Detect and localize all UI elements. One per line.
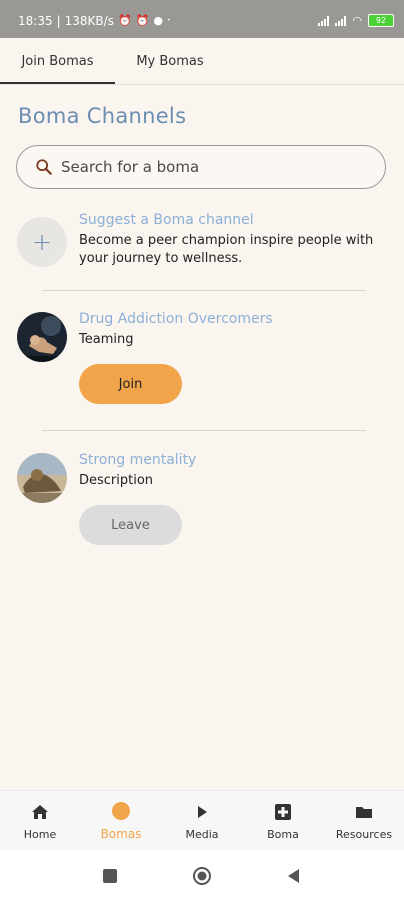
channel-description: Description (79, 473, 154, 488)
nav-media-label: Media (185, 827, 219, 841)
home-button-icon[interactable] (192, 866, 212, 886)
dot-icon: • (166, 17, 171, 24)
play-icon (198, 805, 207, 818)
channel-item: Drug Addiction Overcomers Teaming Join (0, 305, 404, 415)
search-icon (36, 159, 52, 175)
nav-resources-label: Resources (335, 827, 393, 841)
add-icon[interactable]: + (17, 217, 67, 267)
tab-bar: Join Bomas My Bomas (0, 38, 404, 84)
tab-my-bomas[interactable]: My Bomas (115, 38, 225, 84)
suggest-channel-description: Become a peer champion inspire people wi… (79, 233, 374, 266)
suggest-channel-item[interactable]: + Suggest a Boma channel Become a peer c… (0, 205, 404, 275)
divider (42, 290, 366, 291)
search-bar[interactable] (16, 145, 386, 189)
back-icon[interactable] (284, 866, 304, 886)
nav-resources[interactable]: Resources (324, 791, 404, 851)
nav-boma-label: Boma (267, 827, 299, 841)
folder-icon (356, 806, 372, 818)
join-button[interactable]: Join (79, 364, 182, 404)
status-net-speed: 138KB/s (64, 14, 114, 28)
status-time: 18:35 (18, 14, 53, 28)
nav-home-label: Home (23, 827, 57, 841)
tab-divider (0, 84, 404, 85)
suggest-channel-title[interactable]: Suggest a Boma channel (79, 212, 254, 228)
channel-avatar (17, 312, 67, 362)
nav-boma[interactable]: Boma (243, 791, 323, 851)
signal-icon (318, 15, 330, 26)
wifi-icon: ◠ (352, 13, 362, 27)
channel-title[interactable]: Strong mentality (79, 452, 196, 468)
bomas-icon (112, 802, 130, 820)
status-bar: 18:35 | 138KB/s ⏰ ⏰ ● • ◠ 92 (0, 0, 404, 38)
bottom-navigation: Home Bomas Media Boma Resources (0, 790, 404, 851)
channel-description: Teaming (79, 332, 134, 347)
battery-icon: 92 (368, 14, 394, 27)
leave-button[interactable]: Leave (79, 505, 182, 545)
medical-cross-icon (275, 803, 291, 820)
search-input[interactable] (59, 157, 363, 177)
alarm-off-icon: ⏰ (117, 14, 132, 27)
signal-icon (335, 15, 347, 26)
recent-apps-icon[interactable] (100, 866, 120, 886)
alarm-icon: ⏰ (135, 14, 150, 27)
channel-item: Strong mentality Description Leave (0, 446, 404, 556)
nav-bomas-label: Bomas (100, 827, 142, 841)
channel-avatar (17, 453, 67, 503)
nav-home[interactable]: Home (0, 791, 80, 851)
page-title: Boma Channels (18, 104, 187, 128)
home-icon (32, 804, 48, 819)
channel-title[interactable]: Drug Addiction Overcomers (79, 311, 273, 327)
system-navigation-bar (0, 850, 404, 900)
nav-media[interactable]: Media (162, 791, 242, 851)
app-notification-icon: ● (153, 14, 163, 27)
nav-bomas[interactable]: Bomas (81, 791, 161, 851)
divider (42, 430, 366, 431)
tab-join-bomas[interactable]: Join Bomas (0, 38, 115, 84)
